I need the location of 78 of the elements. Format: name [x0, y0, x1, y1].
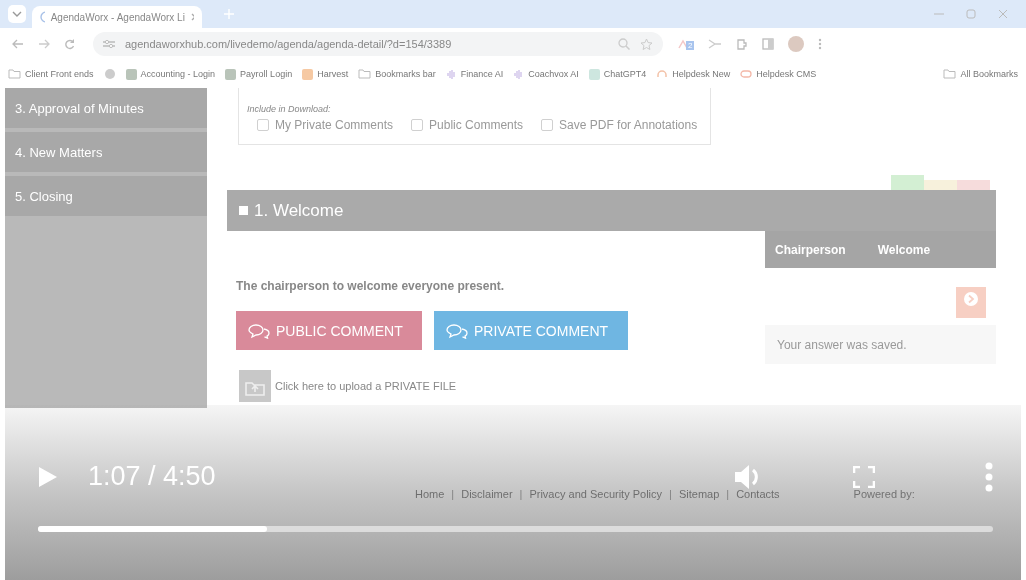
saved-message: Your answer was saved.	[765, 325, 996, 364]
puzzle-icon[interactable]	[736, 38, 749, 50]
color-tab[interactable]	[957, 180, 990, 190]
checkbox[interactable]	[257, 119, 269, 131]
bookmark[interactable]: Coachvox AI	[513, 68, 579, 80]
sidebar-item[interactable]: 5. Closing	[5, 176, 207, 216]
folder-icon	[358, 69, 372, 79]
bookmark[interactable]: ChatGPT4	[588, 68, 647, 80]
item-description: The chairperson to welcome everyone present.	[236, 279, 506, 293]
checkbox-label: Save PDF for Annotations	[559, 118, 698, 132]
square-icon	[239, 206, 248, 215]
separator: |	[725, 488, 731, 500]
chatbot-icon	[588, 68, 600, 80]
color-tab[interactable]	[924, 180, 957, 190]
powered-by-label: Powered by:	[853, 488, 915, 500]
back-icon[interactable]	[12, 39, 24, 49]
new-tab-icon[interactable]	[224, 9, 234, 19]
checkbox-label: My Private Comments	[275, 118, 394, 132]
folder-icon	[943, 69, 957, 79]
zoom-icon[interactable]	[618, 38, 630, 50]
fullscreen-icon[interactable]	[853, 465, 875, 488]
sidebar-item[interactable]: 4. New Matters	[5, 132, 207, 172]
chat-bubbles-icon	[446, 322, 468, 339]
chevron-down-icon	[12, 11, 22, 17]
tab-list-button[interactable]	[8, 5, 26, 23]
restore-icon[interactable]	[966, 9, 976, 19]
more-icon[interactable]	[985, 461, 993, 492]
checkbox[interactable]	[411, 119, 424, 131]
reload-icon[interactable]	[64, 38, 75, 50]
next-icon[interactable]	[956, 287, 986, 318]
download-label: Include in Download:	[247, 104, 332, 114]
tab-title: AgendaWorx - AgendaWorx Li	[50, 11, 185, 23]
bookmark[interactable]: Client Front ends	[8, 69, 94, 79]
browser-tab[interactable]: AgendaWorx - AgendaWorx Li	[32, 6, 202, 28]
sidebar-item[interactable]: 3. Approval of Minutes	[5, 88, 207, 128]
column-title: Welcome	[877, 242, 931, 257]
upload-link[interactable]: Click here to upload a PRIVATE FILE	[275, 380, 457, 392]
bookmark[interactable]: Finance AI	[445, 68, 504, 80]
footer-link[interactable]: Home	[415, 488, 445, 500]
separator: |	[518, 488, 524, 500]
comment-button[interactable]: PUBLIC COMMENT	[236, 311, 422, 350]
footer-link[interactable]: Disclaimer	[461, 488, 513, 500]
spreadsheet-icon	[125, 68, 137, 80]
progress-track[interactable]	[38, 526, 993, 532]
upload-icon[interactable]	[239, 370, 271, 402]
column-title: Chairperson	[775, 242, 846, 257]
checkbox[interactable]	[541, 119, 554, 131]
footer-link[interactable]: Contacts	[736, 488, 780, 500]
chat-bubbles-icon	[248, 322, 270, 339]
separator: |	[668, 488, 673, 500]
bookmark[interactable]: Bookmarks bar	[358, 69, 436, 79]
avatar-icon[interactable]	[788, 36, 805, 52]
item-title: 1. Welcome	[254, 200, 344, 221]
bookmark[interactable]: Accounting - Login	[125, 68, 216, 80]
bookmark[interactable]: Helpdesk CMS	[740, 69, 817, 79]
color-tab[interactable]	[891, 175, 924, 190]
bookmark[interactable]: Payroll Login	[225, 68, 293, 80]
footer-link[interactable]: Privacy and Security Policy	[529, 488, 663, 500]
footer-link[interactable]: Sitemap	[678, 488, 720, 500]
forward-icon[interactable]	[38, 39, 50, 49]
checkbox-label: Public Comments	[429, 118, 524, 132]
bookmark[interactable]: Harvest	[302, 68, 349, 80]
bookmark[interactable]: Helpdesk New	[656, 68, 731, 80]
side-panel-icon[interactable]	[762, 38, 775, 50]
address-field[interactable]: agendaworxhub.com/livedemo/agenda/agenda-detail/?d=154/3389	[93, 32, 663, 56]
spreadsheet-icon	[225, 68, 237, 80]
mail-icon	[740, 70, 753, 78]
headset-icon	[656, 68, 669, 80]
comment-button[interactable]: PRIVATE COMMENT	[434, 311, 628, 350]
separator: |	[450, 488, 456, 500]
extension-badge: 2	[686, 41, 695, 50]
more-icon[interactable]	[818, 38, 823, 50]
site-settings-icon[interactable]	[103, 39, 115, 49]
harvest-icon	[302, 68, 314, 80]
folder-icon	[8, 69, 21, 79]
play-icon[interactable]	[38, 465, 58, 488]
star-icon[interactable]	[640, 37, 653, 51]
bookmark[interactable]: All Bookmarks	[943, 69, 1018, 79]
